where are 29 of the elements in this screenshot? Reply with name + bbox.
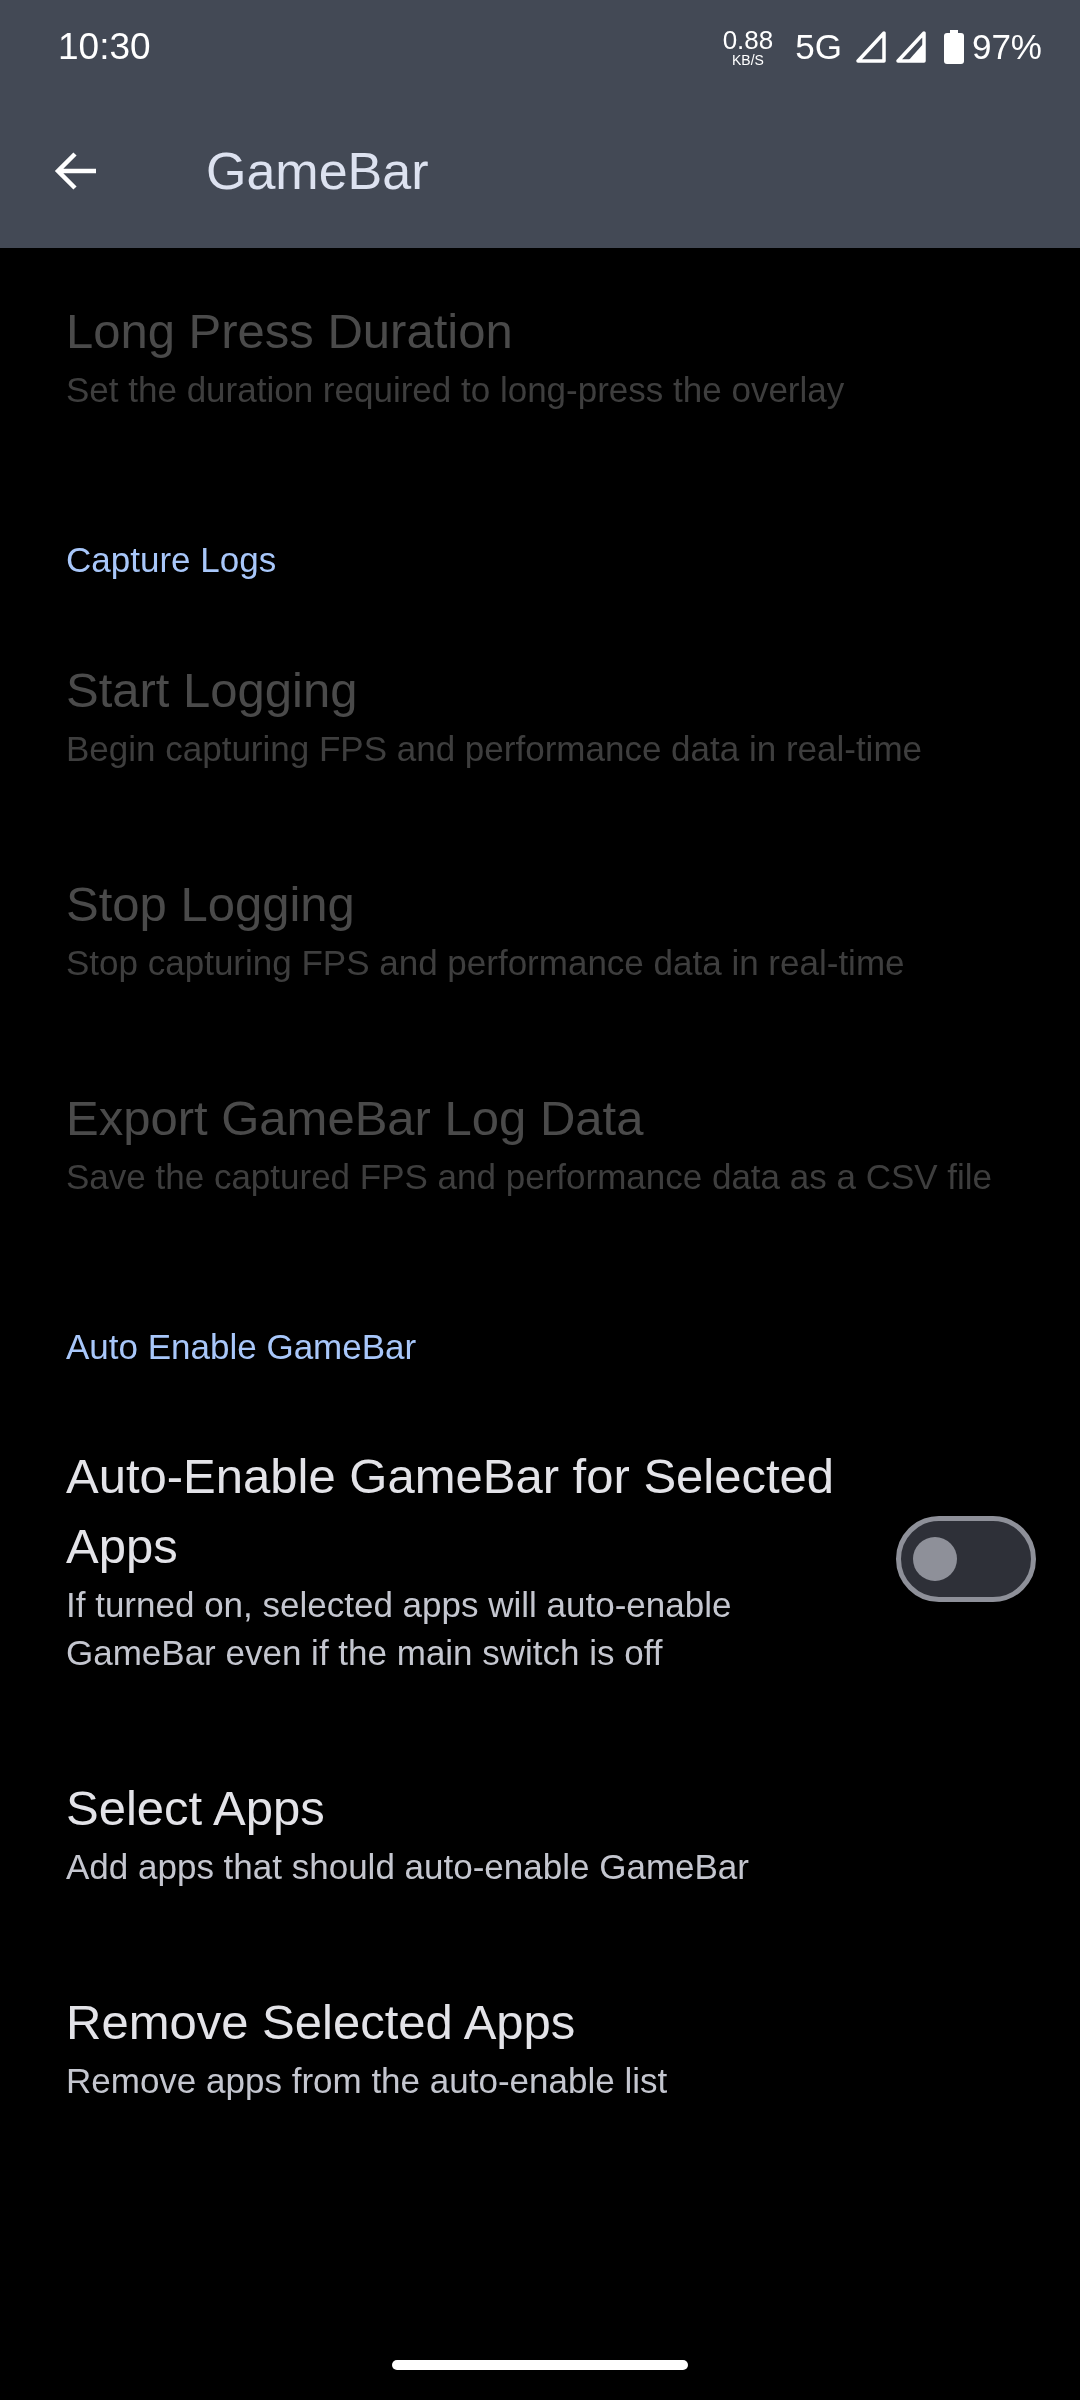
- network-type: 5G: [795, 25, 842, 68]
- battery-level: 97%: [971, 25, 1042, 68]
- network-speed-unit: KB/S: [731, 53, 764, 67]
- signal-icon: [895, 31, 926, 63]
- preference-summary: Save the captured FPS and performance data as a CSV file: [66, 1155, 994, 1198]
- battery-icon: [943, 30, 964, 64]
- preference-row[interactable]: Auto-Enable GameBar for Selected Apps If turned on, selected apps will auto-enable GameBar even if the main switch is off: [0, 1393, 1080, 1725]
- signal-icon: [855, 31, 886, 63]
- preference-row[interactable]: Remove Selected Apps Remove apps from the auto-enable list: [0, 1939, 1080, 2153]
- network-speed: 0.88: [722, 27, 774, 53]
- preference-summary: Remove apps from the auto-enable list: [66, 2060, 669, 2102]
- preference-title: Long Press Duration: [66, 303, 514, 360]
- status-time: 10:30: [58, 25, 151, 70]
- preference-summary: Set the duration required to long-press the overlay: [66, 369, 846, 411]
- section-header: Capture Logs: [65, 539, 278, 581]
- preference-summary: If turned on, selected apps will auto-enable GameBar even if the main switch is off: [66, 1584, 733, 1674]
- preference-title: Select Apps: [66, 1780, 326, 1837]
- app-bar-title: GameBar: [206, 141, 429, 202]
- back-arrow-icon: [54, 151, 98, 191]
- preference-summary: Stop capturing FPS and performance data in real-time: [66, 941, 906, 984]
- preference-row[interactable]: Select Apps Add apps that should auto-enable GameBar: [0, 1725, 1080, 1939]
- section-header: Auto Enable GameBar: [65, 1325, 418, 1368]
- preference-title: Export GameBar Log Data: [66, 1089, 645, 1147]
- preference-title: Remove Selected Apps: [66, 1994, 577, 2051]
- preference-summary: Begin capturing FPS and performance data in real-time: [66, 727, 923, 770]
- preference-title: Start Logging: [66, 661, 359, 719]
- preference-title: Stop Logging: [66, 875, 356, 933]
- preference-summary: Add apps that should auto-enable GameBar: [66, 1846, 750, 1888]
- preference-title: Auto-Enable GameBar for Selected Apps: [66, 1448, 836, 1575]
